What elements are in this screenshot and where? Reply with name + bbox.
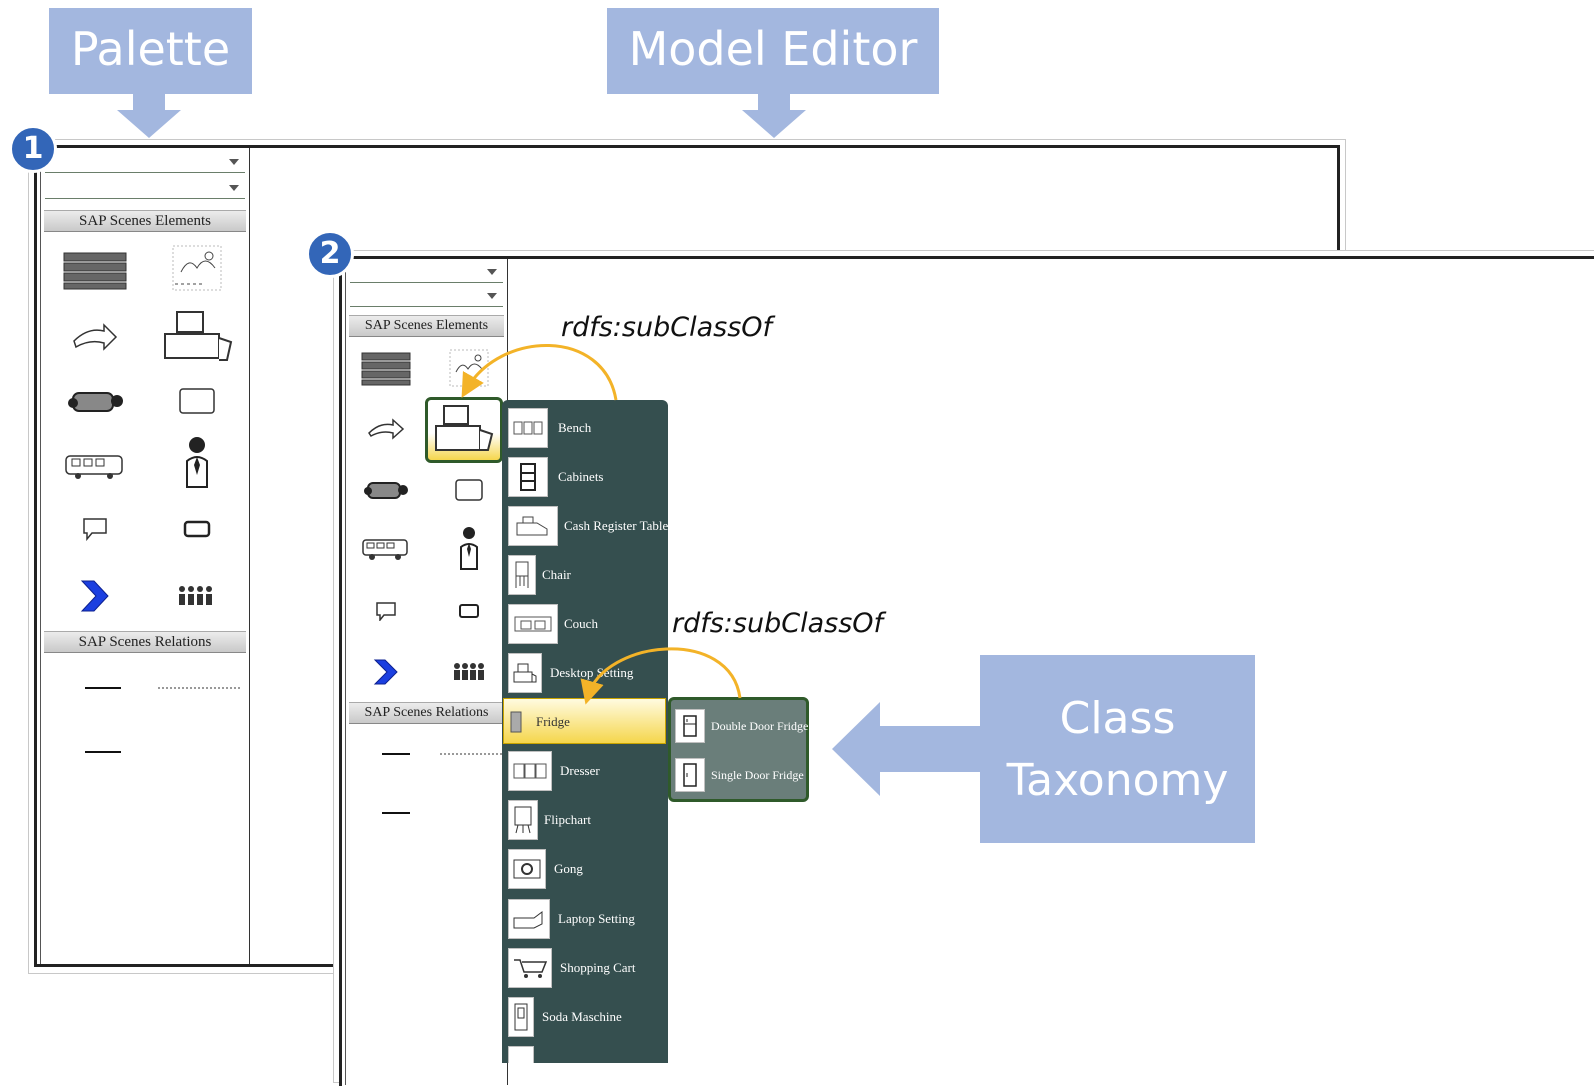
class-taxonomy-label-line1: Class (1059, 693, 1176, 744)
class-taxonomy-callout: Class Taxonomy (980, 655, 1255, 843)
class-taxonomy-arrow (832, 702, 982, 796)
subclass-arrow-bottom (580, 647, 742, 705)
subclass-arrows (461, 344, 742, 705)
class-taxonomy-label-line2: Taxonomy (1006, 755, 1229, 806)
subclass-arrow-top (461, 344, 618, 401)
